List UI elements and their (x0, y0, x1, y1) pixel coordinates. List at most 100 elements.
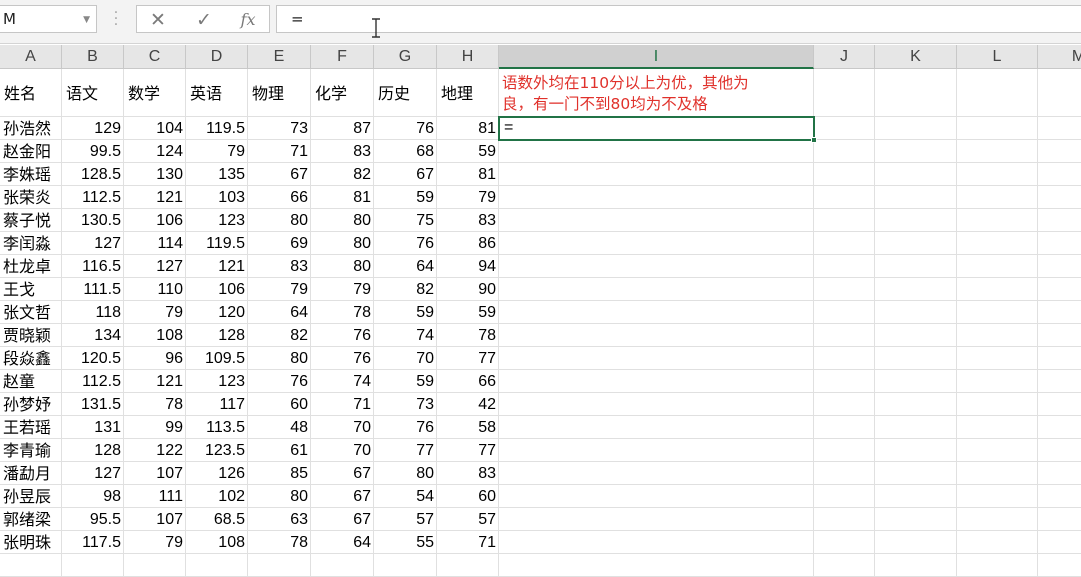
score-cell[interactable]: 112.5 (62, 370, 124, 393)
score-cell[interactable]: 80 (311, 255, 374, 278)
score-cell[interactable]: 117 (186, 393, 248, 416)
score-cell[interactable]: 122 (124, 439, 186, 462)
score-cell[interactable]: 79 (186, 140, 248, 163)
score-cell[interactable]: 108 (186, 531, 248, 554)
score-cell[interactable]: 81 (311, 186, 374, 209)
score-cell[interactable]: 85 (248, 462, 311, 485)
header-cell[interactable]: 物理 (248, 70, 311, 117)
score-cell[interactable]: 98 (62, 485, 124, 508)
score-cell[interactable]: 64 (248, 301, 311, 324)
score-cell[interactable]: 99 (124, 416, 186, 439)
name-cell[interactable]: 郭绪梁 (0, 508, 62, 531)
score-cell[interactable]: 80 (248, 209, 311, 232)
score-cell[interactable]: 124 (124, 140, 186, 163)
score-cell[interactable]: 77 (374, 439, 437, 462)
score-cell[interactable]: 111.5 (62, 278, 124, 301)
score-cell[interactable]: 54 (374, 485, 437, 508)
formula-input[interactable]: = (276, 5, 1081, 33)
score-cell[interactable]: 59 (437, 140, 499, 163)
score-cell[interactable]: 67 (374, 163, 437, 186)
score-cell[interactable]: 70 (311, 439, 374, 462)
score-cell[interactable]: 81 (437, 163, 499, 186)
score-cell[interactable]: 76 (374, 416, 437, 439)
score-cell[interactable]: 61 (248, 439, 311, 462)
score-cell[interactable]: 80 (311, 209, 374, 232)
score-cell[interactable]: 104 (124, 117, 186, 140)
score-cell[interactable]: 66 (437, 370, 499, 393)
score-cell[interactable]: 76 (374, 232, 437, 255)
score-cell[interactable]: 42 (437, 393, 499, 416)
score-cell[interactable]: 57 (374, 508, 437, 531)
score-cell[interactable]: 128 (62, 439, 124, 462)
score-cell[interactable]: 123 (186, 209, 248, 232)
score-cell[interactable]: 118 (62, 301, 124, 324)
score-cell[interactable]: 83 (248, 255, 311, 278)
name-cell[interactable]: 杜龙卓 (0, 255, 62, 278)
header-cell[interactable]: 语文 (62, 70, 124, 117)
score-cell[interactable]: 114 (124, 232, 186, 255)
score-cell[interactable]: 73 (248, 117, 311, 140)
name-cell[interactable]: 蔡子悦 (0, 209, 62, 232)
score-cell[interactable]: 78 (248, 531, 311, 554)
header-cell[interactable]: 化学 (311, 70, 374, 117)
score-cell[interactable]: 71 (311, 393, 374, 416)
score-cell[interactable]: 127 (62, 462, 124, 485)
name-cell[interactable]: 张明珠 (0, 531, 62, 554)
score-cell[interactable]: 78 (311, 301, 374, 324)
score-cell[interactable]: 76 (248, 370, 311, 393)
name-cell[interactable]: 赵金阳 (0, 140, 62, 163)
name-cell[interactable]: 孙浩然 (0, 117, 62, 140)
name-cell[interactable]: 孙昱辰 (0, 485, 62, 508)
score-cell[interactable]: 55 (374, 531, 437, 554)
score-cell[interactable]: 67 (311, 462, 374, 485)
score-cell[interactable]: 60 (437, 485, 499, 508)
header-cell[interactable]: 历史 (374, 70, 437, 117)
score-cell[interactable]: 106 (124, 209, 186, 232)
column-header-i[interactable]: I (499, 45, 814, 69)
column-header-k[interactable]: K (875, 45, 957, 69)
score-cell[interactable]: 70 (311, 416, 374, 439)
header-cell[interactable]: 英语 (186, 70, 248, 117)
score-cell[interactable]: 78 (437, 324, 499, 347)
column-header-b[interactable]: B (62, 45, 124, 69)
score-cell[interactable]: 75 (374, 209, 437, 232)
score-cell[interactable]: 79 (437, 186, 499, 209)
score-cell[interactable]: 82 (374, 278, 437, 301)
score-cell[interactable]: 79 (248, 278, 311, 301)
score-cell[interactable]: 79 (311, 278, 374, 301)
enter-icon[interactable]: ✓ (189, 9, 219, 31)
score-cell[interactable]: 77 (437, 347, 499, 370)
score-cell[interactable]: 120.5 (62, 347, 124, 370)
score-cell[interactable]: 111 (124, 485, 186, 508)
chevron-down-icon[interactable]: ▼ (83, 15, 90, 25)
score-cell[interactable]: 83 (437, 462, 499, 485)
name-cell[interactable]: 李姝瑶 (0, 163, 62, 186)
score-cell[interactable]: 80 (248, 347, 311, 370)
score-cell[interactable]: 76 (311, 347, 374, 370)
score-cell[interactable]: 60 (248, 393, 311, 416)
header-cell[interactable]: 数学 (124, 70, 186, 117)
name-cell[interactable]: 王戈 (0, 278, 62, 301)
score-cell[interactable]: 71 (437, 531, 499, 554)
score-cell[interactable]: 79 (124, 301, 186, 324)
column-header-m[interactable]: M (1038, 45, 1081, 69)
name-cell[interactable]: 潘勐月 (0, 462, 62, 485)
score-cell[interactable]: 81 (437, 117, 499, 140)
score-cell[interactable]: 82 (311, 163, 374, 186)
score-cell[interactable]: 128.5 (62, 163, 124, 186)
name-cell[interactable]: 李青瑜 (0, 439, 62, 462)
score-cell[interactable]: 67 (311, 485, 374, 508)
score-cell[interactable]: 68.5 (186, 508, 248, 531)
score-cell[interactable]: 71 (248, 140, 311, 163)
score-cell[interactable]: 123.5 (186, 439, 248, 462)
name-cell[interactable]: 张文哲 (0, 301, 62, 324)
header-cell[interactable]: 姓名 (0, 70, 62, 117)
insert-function-button[interactable]: fx (233, 9, 263, 31)
note-cell[interactable]: 语数外均在110分以上为优，其他为 良，有一门不到80均为不及格 (502, 73, 802, 115)
column-header-a[interactable]: A (0, 45, 62, 69)
score-cell[interactable]: 119.5 (186, 232, 248, 255)
name-cell[interactable]: 贾晓颖 (0, 324, 62, 347)
column-header-e[interactable]: E (248, 45, 311, 69)
score-cell[interactable]: 135 (186, 163, 248, 186)
score-cell[interactable]: 64 (311, 531, 374, 554)
